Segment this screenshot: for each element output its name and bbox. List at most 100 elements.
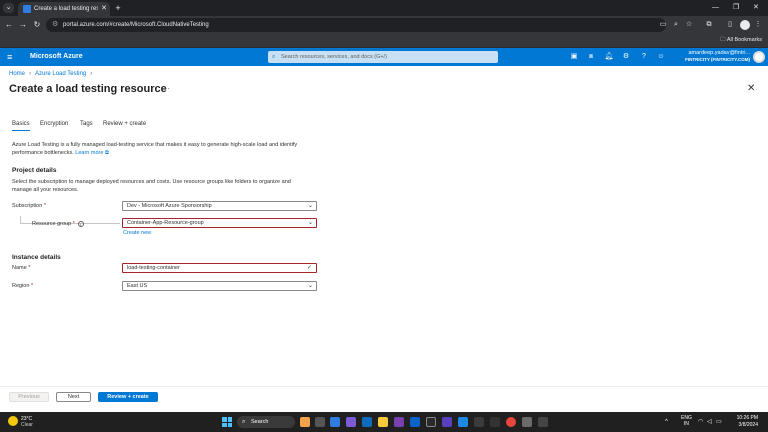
app-icon[interactable] — [474, 417, 484, 427]
taskbar-search[interactable]: ⌕ Search — [237, 416, 295, 428]
app-icon[interactable] — [538, 417, 548, 427]
language-indicator[interactable]: ENG IN — [681, 415, 692, 427]
clock-date: 3/8/2024 — [738, 422, 758, 428]
close-blade-icon[interactable]: ✕ — [747, 83, 755, 95]
zoom-icon[interactable]: ⌕ — [670, 18, 682, 32]
visual-studio-icon[interactable] — [442, 417, 452, 427]
tab-encryption[interactable]: Encryption — [40, 120, 68, 128]
reload-icon[interactable]: ↻ — [31, 18, 43, 32]
extensions-icon[interactable]: ⧉ — [703, 18, 715, 32]
required-marker: * — [28, 265, 31, 271]
feedback-icon[interactable]: ☺ — [655, 51, 667, 63]
chevron-down-icon: ⌄ — [307, 220, 313, 226]
chevron-down-icon: ⌄ — [307, 203, 313, 209]
file-explorer-icon[interactable] — [378, 417, 388, 427]
new-tab-button[interactable]: + — [113, 2, 123, 14]
widgets-app-icon[interactable] — [300, 417, 310, 427]
vscode-app-icon[interactable] — [458, 417, 468, 427]
region-dropdown[interactable]: East US ⌄ — [122, 281, 317, 291]
more-options-icon[interactable]: ··· — [162, 82, 170, 96]
settings-gear-icon[interactable]: ⚙ — [620, 51, 632, 63]
bookmark-star-icon[interactable]: ☆ — [683, 18, 695, 32]
portal-search-input[interactable]: ⌕ Search resources, services, and docs (… — [268, 51, 498, 63]
directory-filter-icon[interactable]: ⧈ — [585, 51, 597, 63]
search-icon: ⌕ — [272, 54, 276, 60]
portal-header: ≡ Microsoft Azure ⌕ Search resources, se… — [0, 48, 768, 66]
tab-review-create[interactable]: Review + create — [103, 120, 146, 128]
tray-chevron-icon[interactable]: ^ — [665, 418, 668, 426]
region-label-text: Region — [12, 283, 30, 289]
tab-basics[interactable]: Basics — [12, 120, 30, 131]
address-bar[interactable]: ⚙ portal.azure.com/#create/Microsoft.Clo… — [46, 18, 666, 32]
create-new-link[interactable]: Create new — [123, 229, 151, 237]
intro-text: Azure Load Testing is a fully managed lo… — [12, 141, 312, 157]
cast-icon[interactable]: ▭ — [657, 18, 669, 32]
info-icon[interactable]: i — [77, 220, 84, 227]
next-button[interactable]: Next — [56, 392, 91, 402]
app-icon[interactable] — [490, 417, 500, 427]
region-label: Region * — [12, 282, 33, 290]
task-view-icon[interactable] — [315, 417, 325, 427]
browser-tab-strip: ⌄ Create a load testing resource ✕ + — ❐… — [0, 0, 768, 16]
bookmarks-bar: 🗀 All Bookmarks — [0, 34, 768, 48]
system-clock[interactable]: 10:26 PM 3/8/2024 — [726, 415, 758, 429]
window-close-icon[interactable]: ✕ — [753, 1, 759, 15]
required-marker: * — [72, 221, 75, 227]
back-icon[interactable]: ← — [3, 18, 15, 32]
breadcrumb-home[interactable]: Home — [9, 71, 25, 77]
region-value: East US — [127, 283, 148, 289]
breadcrumb-separator-icon: › — [90, 71, 93, 77]
account-menu[interactable]: amardeep.yadav@fintri... FINTRICITY (FIN… — [672, 50, 750, 63]
site-info-icon[interactable]: ⚙ — [52, 18, 58, 32]
profile-avatar-icon[interactable] — [740, 20, 750, 30]
resource-group-label: Resource group * i — [32, 220, 84, 228]
breadcrumb: Home › Azure Load Testing › — [9, 70, 96, 78]
tab-close-icon[interactable]: ✕ — [101, 4, 107, 14]
chrome-menu-icon[interactable]: ⋮ — [752, 18, 764, 32]
wifi-icon[interactable]: ◠ — [698, 418, 703, 426]
teams-app-icon[interactable] — [346, 417, 356, 427]
region-code: IN — [683, 421, 689, 427]
portal-menu-icon[interactable]: ≡ — [7, 52, 15, 62]
tab-tags[interactable]: Tags — [80, 120, 93, 128]
tab-search-icon[interactable]: ⌄ — [3, 3, 14, 13]
all-bookmarks-label: All Bookmarks — [726, 37, 762, 43]
subscription-dropdown[interactable]: Dev - Microsoft Azure Sponsorship ⌄ — [122, 201, 317, 211]
previous-button[interactable]: Previous — [9, 392, 49, 402]
windows-start-icon[interactable] — [222, 417, 232, 427]
review-create-button[interactable]: Review + create — [98, 392, 158, 402]
browser-tab[interactable]: Create a load testing resource ✕ — [18, 2, 110, 16]
cloud-shell-icon[interactable]: ▣ — [568, 51, 580, 63]
name-value: load-testing-container — [127, 265, 180, 271]
all-bookmarks-button[interactable]: 🗀 All Bookmarks — [720, 34, 762, 47]
external-link-icon: ⧉ — [104, 150, 109, 156]
maximize-icon[interactable]: ❐ — [733, 1, 739, 15]
portal-brand[interactable]: Microsoft Azure — [30, 48, 83, 66]
forward-icon[interactable]: → — [17, 18, 29, 32]
edge-app-icon[interactable] — [330, 417, 340, 427]
windows-taskbar: 23°C Clear ⌕ Search ^ ENG IN ◠ ◁ ▭ 10:26… — [0, 412, 768, 432]
breadcrumb-load-testing[interactable]: Azure Load Testing — [35, 71, 86, 77]
minimize-icon[interactable]: — — [712, 1, 719, 15]
sidepanel-icon[interactable]: ▯ — [724, 18, 736, 32]
help-icon[interactable]: ? — [638, 51, 650, 63]
store-app-icon[interactable] — [410, 417, 420, 427]
notifications-icon[interactable]: 🔔︎ — [603, 51, 615, 63]
name-input[interactable]: load-testing-container ✓ — [122, 263, 317, 273]
account-org: FINTRICITY (FINTRICITY.COM) — [685, 57, 750, 62]
onenote-app-icon[interactable] — [394, 417, 404, 427]
app-icon[interactable] — [522, 417, 532, 427]
terminal-app-icon[interactable] — [426, 417, 436, 427]
outlook-app-icon[interactable] — [362, 417, 372, 427]
chrome-app-icon[interactable] — [506, 417, 516, 427]
battery-icon[interactable]: ▭ — [716, 418, 722, 426]
resource-group-value: Container-App-Resource-group — [127, 220, 204, 226]
search-icon: ⌕ — [242, 419, 246, 425]
subscription-value: Dev - Microsoft Azure Sponsorship — [127, 203, 212, 209]
resource-group-dropdown[interactable]: Container-App-Resource-group ⌄ — [122, 218, 317, 228]
volume-icon[interactable]: ◁ — [707, 418, 712, 426]
account-avatar[interactable] — [753, 51, 765, 63]
breadcrumb-separator-icon: › — [29, 71, 32, 77]
weather-moon-icon[interactable] — [8, 416, 18, 426]
learn-more-link[interactable]: Learn more ⧉ — [75, 150, 109, 156]
